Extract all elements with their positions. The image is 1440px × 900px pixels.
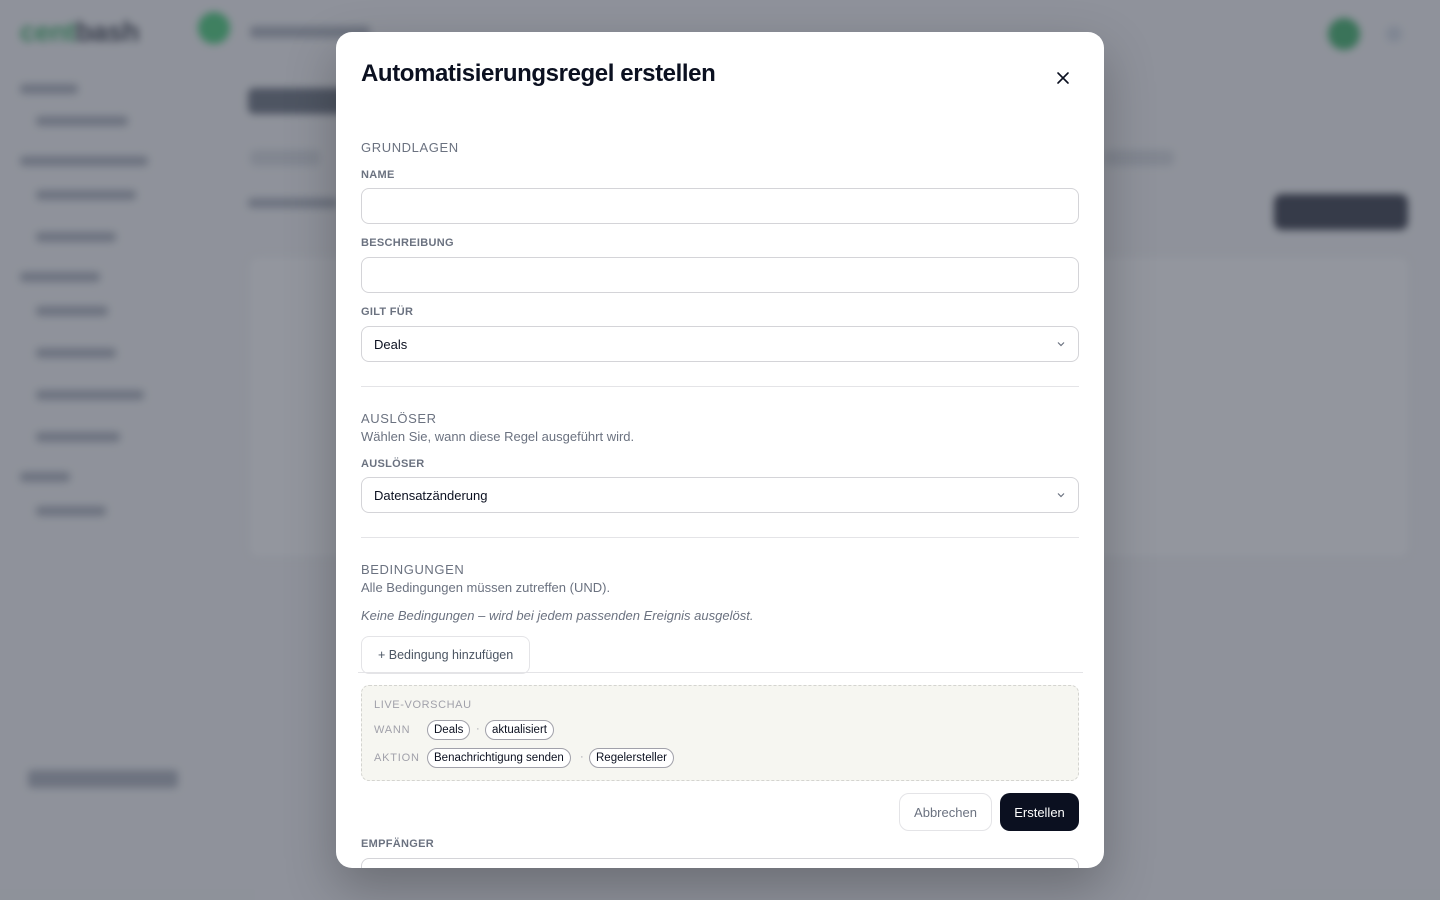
preview-separator: · — [476, 723, 480, 735]
description-label: BESCHREIBUNG — [361, 237, 454, 249]
preview-chip-event: aktualisiert — [485, 720, 554, 740]
section-heading-trigger: AUSLÖSER — [361, 411, 437, 426]
preview-when-label: WANN — [374, 724, 411, 736]
applies-to-value: Deals — [374, 336, 408, 352]
description-input[interactable] — [361, 257, 1079, 293]
recipient-select[interactable] — [361, 858, 1079, 868]
conditions-empty-hint: Keine Bedingungen – wird bei jedem passe… — [361, 608, 754, 623]
preview-separator: · — [580, 751, 584, 763]
close-button[interactable] — [1047, 62, 1079, 94]
chevron-down-icon — [1056, 339, 1066, 349]
section-divider — [361, 537, 1079, 538]
create-button[interactable]: Erstellen — [1000, 793, 1079, 831]
live-preview: LIVE-VORSCHAU WANN Deals · aktualisiert … — [361, 685, 1079, 781]
name-input[interactable] — [361, 188, 1079, 224]
close-icon — [1057, 72, 1069, 84]
chevron-down-icon — [1056, 490, 1066, 500]
preview-chip-action: Benachrichtigung senden — [427, 748, 571, 768]
cancel-button[interactable]: Abbrechen — [899, 793, 992, 831]
trigger-value: Datensatzänderung — [374, 487, 488, 503]
applies-to-label: GILT FÜR — [361, 306, 414, 318]
add-condition-button[interactable]: + Bedingung hinzufügen — [361, 636, 531, 674]
name-label: NAME — [361, 169, 395, 181]
applies-to-select[interactable]: Deals — [361, 326, 1079, 362]
preview-chip-recipient: Regelersteller — [589, 748, 674, 768]
trigger-subtitle: Wählen Sie, wann diese Regel ausgeführt … — [361, 429, 635, 444]
trigger-label: AUSLÖSER — [361, 458, 425, 470]
section-heading-conditions: BEDINGUNGEN — [361, 562, 465, 577]
preview-title: LIVE-VORSCHAU — [374, 699, 472, 711]
recipient-label: EMPFÄNGER — [361, 838, 434, 850]
preview-action-label: AKTION — [374, 752, 420, 764]
conditions-subtitle: Alle Bedingungen müssen zutreffen (UND). — [361, 580, 611, 595]
preview-chip-entity: Deals — [427, 720, 471, 740]
trigger-select[interactable]: Datensatzänderung — [361, 477, 1079, 513]
footer-divider — [358, 672, 1083, 673]
section-divider — [361, 386, 1079, 387]
section-heading-basics: GRUNDLAGEN — [361, 140, 459, 155]
create-rule-dialog: Automatisierungsregel erstellen GRUNDLAG… — [336, 32, 1104, 868]
dialog-title: Automatisierungsregel erstellen — [361, 60, 716, 87]
